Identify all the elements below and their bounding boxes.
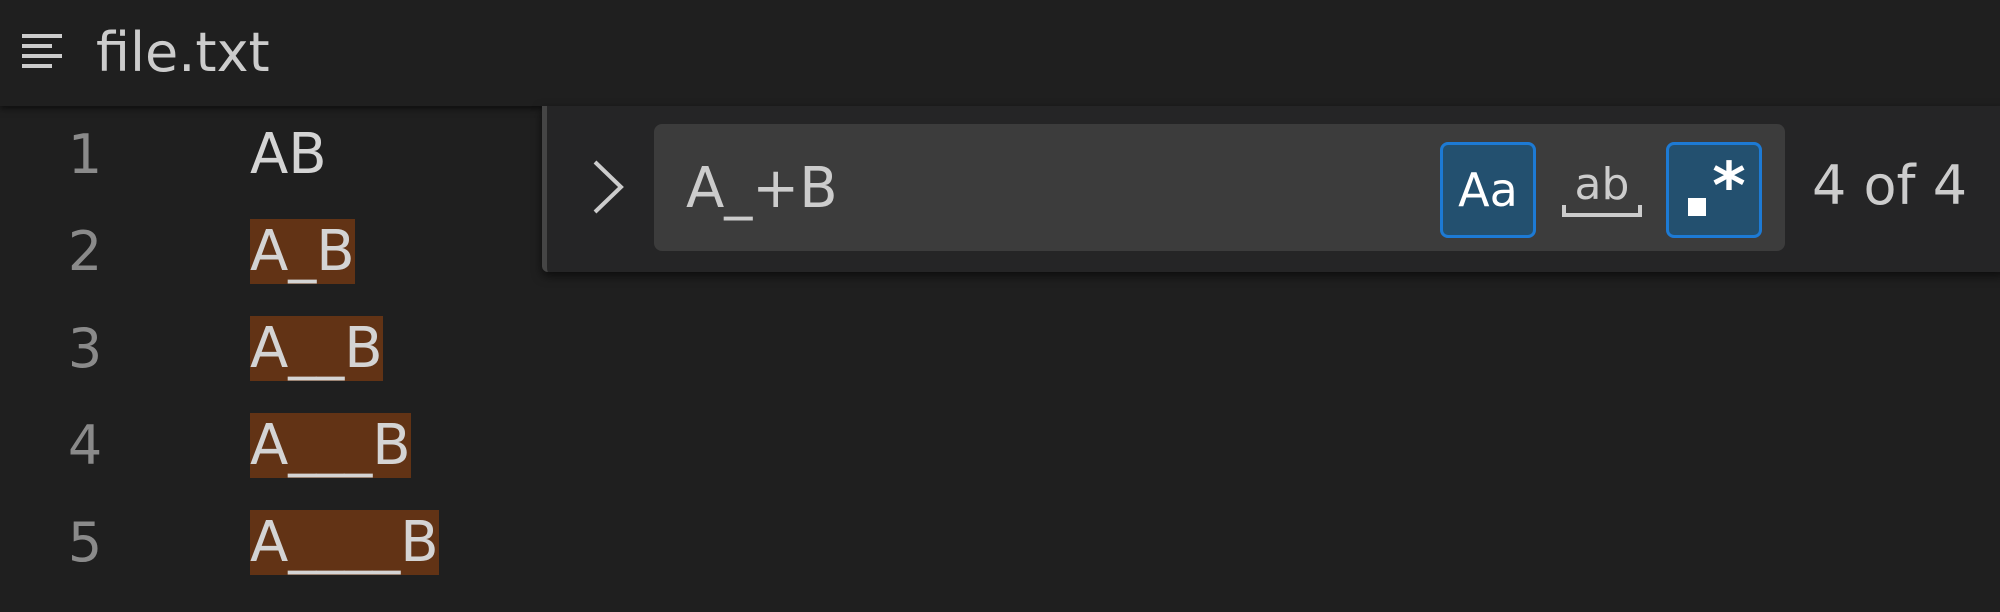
outline-icon[interactable]: [20, 30, 66, 74]
line-content[interactable]: A____B: [250, 494, 439, 591]
match-count: 4 of 4: [1812, 154, 1968, 217]
match-case-button[interactable]: Aa: [1440, 142, 1536, 238]
editor-line[interactable]: 4 A___B: [0, 397, 2000, 494]
line-number: 4: [67, 414, 103, 477]
editor-line[interactable]: 5 A____B: [0, 494, 2000, 591]
svg-text:*: *: [1712, 150, 1745, 224]
chevron-right-icon[interactable]: [589, 156, 629, 218]
breadcrumb-file-name[interactable]: file.txt: [96, 22, 270, 84]
find-widget: Aa ab * 4 of 4: [542, 106, 2000, 272]
regex-icon: *: [1688, 150, 1746, 224]
line-content[interactable]: A__B: [250, 300, 383, 397]
line-number: 5: [67, 511, 103, 574]
find-input[interactable]: [684, 144, 1408, 232]
editor-line[interactable]: 3 A__B: [0, 300, 2000, 397]
line-number: 2: [67, 220, 103, 283]
svg-text:ab: ab: [1575, 159, 1630, 210]
line-number: 3: [67, 317, 103, 380]
line-content[interactable]: A___B: [250, 397, 411, 494]
search-match-highlight: A____B: [250, 510, 439, 575]
line-content[interactable]: A_B: [250, 203, 355, 300]
match-case-icon: Aa: [1458, 163, 1518, 217]
find-input-box: Aa ab *: [654, 124, 1785, 251]
regex-button[interactable]: *: [1666, 142, 1762, 238]
whole-word-button[interactable]: ab: [1554, 142, 1650, 238]
search-match-highlight: A_B: [250, 219, 355, 284]
search-match-highlight: A___B: [250, 413, 411, 478]
breadcrumb-bar: file.txt: [0, 0, 2000, 106]
search-match-highlight: A__B: [250, 316, 383, 381]
editor-window: file.txt 1 AB 2 A_B 3 A__B 4 A___B 5 A__…: [0, 0, 2000, 612]
line-content[interactable]: AB: [250, 106, 327, 203]
line-text: AB: [250, 122, 327, 187]
whole-word-icon: ab: [1562, 159, 1642, 217]
line-number: 1: [67, 123, 103, 186]
